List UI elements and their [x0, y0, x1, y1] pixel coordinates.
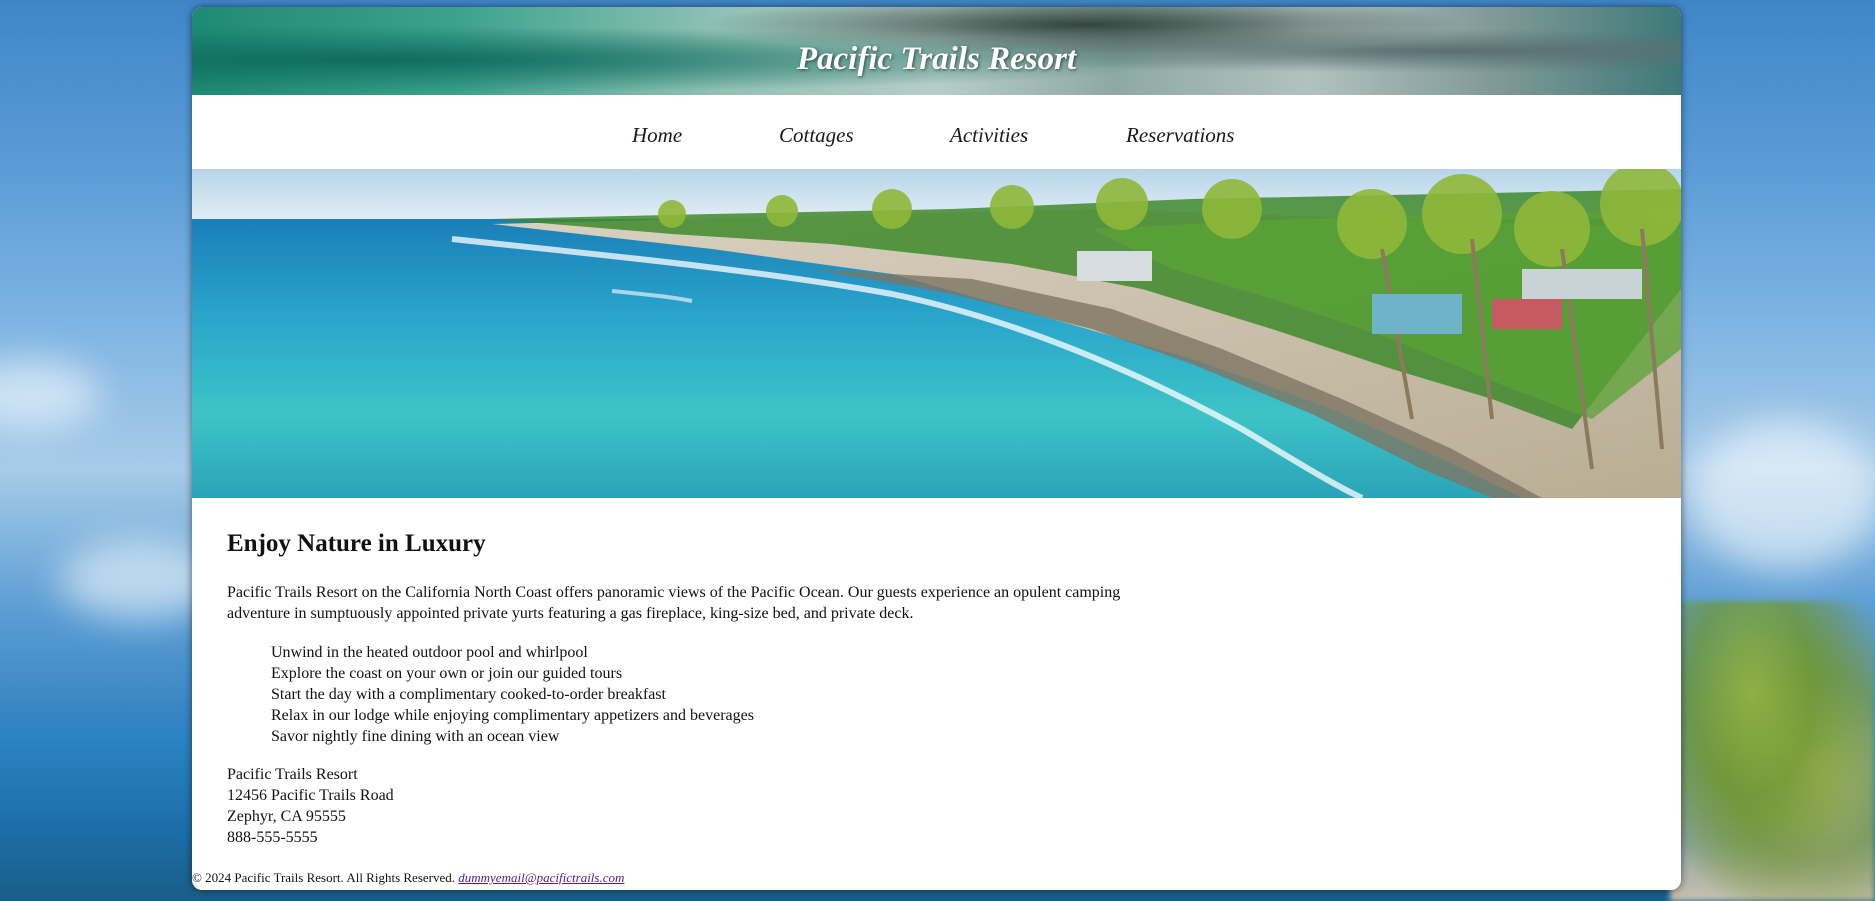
copyright-text: © 2024 Pacific Trails Resort. All Rights… [192, 870, 456, 885]
feature-list: Unwind in the heated outdoor pool and wh… [271, 642, 754, 747]
site-title: Pacific Trails Resort [796, 41, 1077, 77]
list-item: Savor nightly fine dining with an ocean … [271, 728, 560, 745]
site-footer: © 2024 Pacific Trails Resort. All Rights… [192, 870, 1681, 886]
intro-paragraph: Pacific Trails Resort on the California … [227, 584, 1121, 622]
email-link[interactable]: dummyemail@pacifictrails.com [458, 870, 624, 885]
background-cloud [1690, 420, 1875, 570]
main-heading: Enjoy Nature in Luxury [227, 530, 486, 557]
nav-item-activities[interactable]: Activities [950, 123, 1028, 148]
page-wrapper: Pacific Trails Resort Home Cottages Acti… [192, 7, 1681, 890]
main-nav: Home Cottages Activities Reservations [192, 95, 1681, 169]
background-cloud [0, 360, 100, 430]
address-name: Pacific Trails Resort [227, 766, 358, 783]
background-palms [1670, 601, 1875, 901]
list-item: Start the day with a complimentary cooke… [271, 686, 666, 703]
list-item: Unwind in the heated outdoor pool and wh… [271, 644, 588, 661]
address-city: Zephyr, CA 95555 [227, 808, 346, 825]
nav-item-home[interactable]: Home [632, 123, 682, 148]
address-phone: 888-555-5555 [227, 829, 318, 846]
nav-item-reservations[interactable]: Reservations [1126, 123, 1234, 148]
address-street: 12456 Pacific Trails Road [227, 787, 394, 804]
nav-item-cottages[interactable]: Cottages [779, 123, 854, 148]
tropical-beach-image [192, 169, 1681, 498]
list-item: Explore the coast on your own or join ou… [271, 665, 623, 682]
list-item: Relax in our lodge while enjoying compli… [271, 707, 754, 724]
site-header: Pacific Trails Resort [192, 7, 1681, 95]
contact-address: Pacific Trails Resort 12456 Pacific Trai… [227, 764, 394, 848]
hero-image [192, 169, 1681, 498]
